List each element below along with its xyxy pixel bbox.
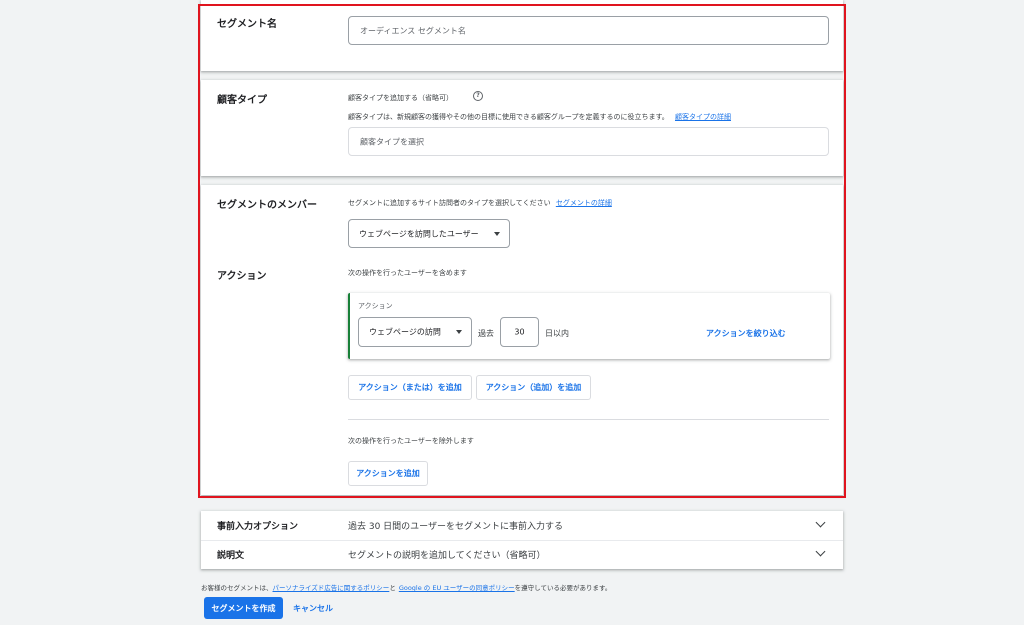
description-value: セグメントの説明を追加してください（省略可） [348,551,546,561]
chevron-down-icon [815,546,826,557]
personalized-ads-policy-link[interactable]: パーソナライズド広告に関するポリシー [273,584,390,592]
highlight-box [198,4,846,498]
policy-suffix: を遵守している必要があります。 [514,584,612,592]
prefill-row[interactable]: 事前入力オプション 過去 30 日間のユーザーをセグメントに事前入力する [201,511,843,540]
description-row[interactable]: 説明文 セグメントの説明を追加してください（省略可） [201,540,843,569]
policy-prefix: お客様のセグメントは、 [201,584,273,592]
create-segment-button[interactable]: セグメントを作成 [204,597,283,619]
cancel-button[interactable]: キャンセル [293,603,333,614]
prefill-label: 事前入力オプション [217,522,299,532]
eu-consent-policy-link[interactable]: Google の EU ユーザーの同意ポリシー [399,584,515,592]
prefill-value: 過去 30 日間のユーザーをセグメントに事前入力する [348,522,563,532]
description-label: 説明文 [217,551,245,561]
chevron-down-icon [815,517,826,528]
policy-mid: と [389,584,396,592]
policy-notice: お客様のセグメントは、パーソナライズド広告に関するポリシーと Google の E… [201,582,611,592]
